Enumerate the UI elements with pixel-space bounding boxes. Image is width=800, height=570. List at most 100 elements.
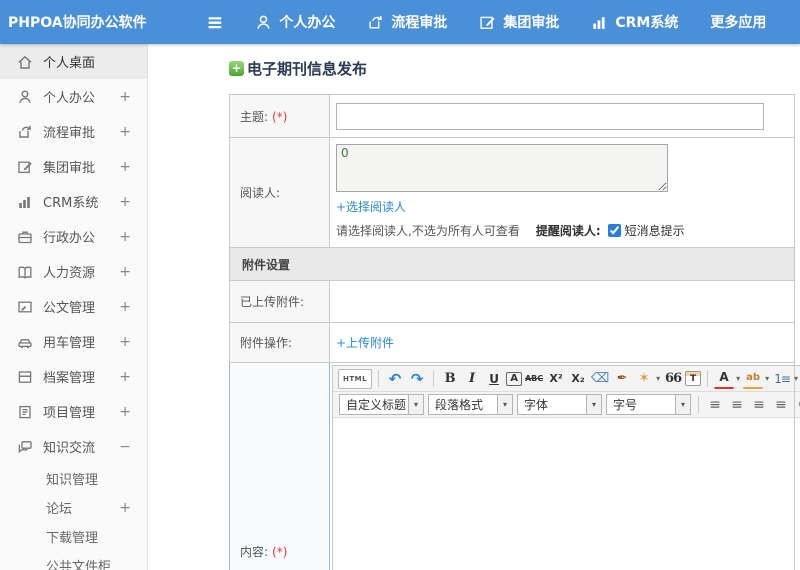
expand-toggle[interactable]: + xyxy=(119,194,131,210)
align-right-icon[interactable]: ≡ xyxy=(749,395,769,415)
chevron-down-icon[interactable]: ▾ xyxy=(794,374,798,383)
top-navigation: 个人办公 流程审批 集团审批 CRM系统 更多应用 ▾ xyxy=(255,12,800,32)
readers-textarea[interactable]: 0 xyxy=(336,144,668,192)
subject-label-cell: 主题: (*) xyxy=(229,94,330,138)
hamburger-menu-icon[interactable]: ≡ xyxy=(207,12,224,32)
rich-text-editor: HTML ↶ ↷ B I U A ABC X² X₂ ⌫ ✒ ✶ ▾ 66 T … xyxy=(332,365,800,570)
sms-notify-checkbox[interactable] xyxy=(607,224,621,237)
justify-icon[interactable]: ≡ xyxy=(771,395,791,415)
chevron-down-icon[interactable]: ▾ xyxy=(586,395,601,414)
expand-toggle[interactable]: + xyxy=(119,500,131,516)
chevron-down-icon[interactable]: ▾ xyxy=(675,395,690,414)
expand-toggle[interactable]: + xyxy=(119,264,131,280)
expand-toggle[interactable]: + xyxy=(119,89,131,105)
chevron-down-icon[interactable]: ▾ xyxy=(736,374,740,383)
sidebar-item-official-docs[interactable]: 公文管理 + xyxy=(0,289,147,324)
combo-value: 自定义标题 xyxy=(346,398,407,412)
paste-text-icon[interactable]: T xyxy=(685,371,702,386)
html-source-button[interactable]: HTML xyxy=(338,368,373,389)
topnav-crm-system[interactable]: CRM系统 xyxy=(591,12,678,32)
align-left-icon[interactable]: ≡ xyxy=(705,395,725,415)
expand-toggle[interactable]: + xyxy=(119,229,131,245)
italic-icon[interactable]: I xyxy=(462,369,482,389)
chevron-down-icon[interactable]: ▾ xyxy=(408,395,423,414)
sidebar-item-human-resources[interactable]: 人力资源 + xyxy=(0,254,147,289)
expand-toggle[interactable]: + xyxy=(119,299,131,315)
attachment-section-row: 附件设置 xyxy=(229,247,795,281)
subject-input[interactable] xyxy=(336,102,764,130)
topnav-label: 集团审批 xyxy=(503,15,560,31)
underline-icon[interactable]: U xyxy=(484,369,504,389)
highlight-color-icon[interactable]: ab xyxy=(743,369,764,389)
sidebar-item-label: 知识管理 xyxy=(46,473,99,488)
select-readers-link[interactable]: +选择阅读人 xyxy=(336,198,406,215)
chevron-down-icon[interactable]: ▾ xyxy=(765,374,769,383)
sidebar-item-workflow-approval[interactable]: 流程审批 + xyxy=(0,114,147,149)
remind-readers-label: 提醒阅读人: xyxy=(535,224,601,238)
paragraph-format-combo[interactable]: 段落格式 ▾ xyxy=(428,394,513,415)
topnav-personal-office[interactable]: 个人办公 xyxy=(255,12,335,32)
expand-toggle[interactable]: + xyxy=(119,334,131,350)
expand-toggle[interactable]: + xyxy=(119,159,131,175)
attachment-op-value: +上传附件 xyxy=(329,322,795,363)
auto-typeset-icon[interactable]: ✶ xyxy=(634,369,654,389)
upload-attachment-link[interactable]: +上传附件 xyxy=(336,334,394,351)
bar-chart-icon xyxy=(593,16,605,29)
bold-icon[interactable]: B xyxy=(440,369,460,389)
sidebar-subitem-knowledge-mgmt[interactable]: 知识管理 xyxy=(0,464,147,493)
font-family-combo[interactable]: 字体 ▾ xyxy=(517,394,602,415)
sidebar-item-group-approval[interactable]: 集团审批 + xyxy=(0,149,147,184)
topnav-workflow-approval[interactable]: 流程审批 xyxy=(367,12,447,32)
sidebar-item-personal-office[interactable]: 个人办公 + xyxy=(0,79,147,114)
sidebar-item-label: 集团审批 xyxy=(43,161,96,176)
subject-row: 主题: (*) xyxy=(229,94,795,138)
topnav-label: CRM系统 xyxy=(615,15,679,31)
custom-title-combo[interactable]: 自定义标题 ▾ xyxy=(339,394,424,415)
topnav-group-approval[interactable]: 集团审批 xyxy=(479,12,559,32)
subscript-icon[interactable]: X₂ xyxy=(568,369,588,389)
topnav-more-apps[interactable]: 更多应用 xyxy=(710,12,766,32)
strikethrough-icon[interactable]: ABC xyxy=(524,369,544,389)
content-label: 内容: xyxy=(240,544,269,559)
align-center-icon[interactable]: ≡ xyxy=(727,395,747,415)
sidebar-item-personal-desktop[interactable]: 个人桌面 xyxy=(0,44,147,79)
combo-value: 段落格式 xyxy=(435,398,484,412)
toolbar-separator xyxy=(433,370,435,387)
sidebar-item-project-mgmt[interactable]: 项目管理 + xyxy=(0,394,147,429)
undo-icon[interactable]: ↶ xyxy=(385,369,405,389)
editor-content-area[interactable] xyxy=(333,418,800,570)
redo-icon[interactable]: ↷ xyxy=(407,369,427,389)
chevron-down-icon[interactable]: ▾ xyxy=(497,395,512,414)
expand-toggle[interactable]: + xyxy=(119,124,131,140)
toolbar-separator xyxy=(707,370,709,387)
sidebar-item-crm-system[interactable]: CRM系统 + xyxy=(0,184,147,219)
sidebar-subitem-public-cabinet[interactable]: 公共文件柜 xyxy=(0,551,147,570)
format-brush-icon[interactable]: ✒ xyxy=(612,369,632,389)
remove-format-icon[interactable]: ⌫ xyxy=(590,369,610,389)
blockquote-icon[interactable]: 66 xyxy=(663,369,683,389)
superscript-icon[interactable]: X² xyxy=(546,369,566,389)
insert-link-icon[interactable]: ∞ xyxy=(793,395,800,415)
sidebar-item-label: 下载管理 xyxy=(46,531,99,546)
sidebar-subitem-forum[interactable]: 论坛 + xyxy=(0,493,147,522)
font-color-icon[interactable]: A xyxy=(714,369,735,389)
collapse-toggle[interactable]: − xyxy=(119,439,131,455)
expand-toggle[interactable]: + xyxy=(119,369,131,385)
sidebar-item-label: 项目管理 xyxy=(43,406,96,421)
sidebar-item-vehicle-mgmt[interactable]: 用车管理 + xyxy=(0,324,147,359)
home-icon xyxy=(18,55,32,69)
expand-toggle[interactable]: + xyxy=(119,404,131,420)
font-size-combo[interactable]: 字号 ▾ xyxy=(606,394,691,415)
sidebar-item-label: 人力资源 xyxy=(43,266,96,281)
char-border-icon[interactable]: A xyxy=(506,371,523,386)
user-icon xyxy=(257,15,271,29)
sidebar-item-admin-office[interactable]: 行政办公 + xyxy=(0,219,147,254)
sidebar: 个人桌面 个人办公 + 流程审批 + 集团审批 + CRM系统 + 行政办公 +… xyxy=(0,44,148,570)
sidebar-item-archive-mgmt[interactable]: 档案管理 + xyxy=(0,359,147,394)
chat-icon xyxy=(18,440,32,452)
chevron-down-icon[interactable]: ▾ xyxy=(656,374,660,383)
sidebar-item-label: 行政办公 xyxy=(43,231,96,246)
sidebar-subitem-download-mgmt[interactable]: 下载管理 xyxy=(0,522,147,551)
sidebar-item-knowledge-exchange[interactable]: 知识交流 − xyxy=(0,429,147,464)
ordered-list-icon[interactable]: 1≡ xyxy=(772,369,792,389)
